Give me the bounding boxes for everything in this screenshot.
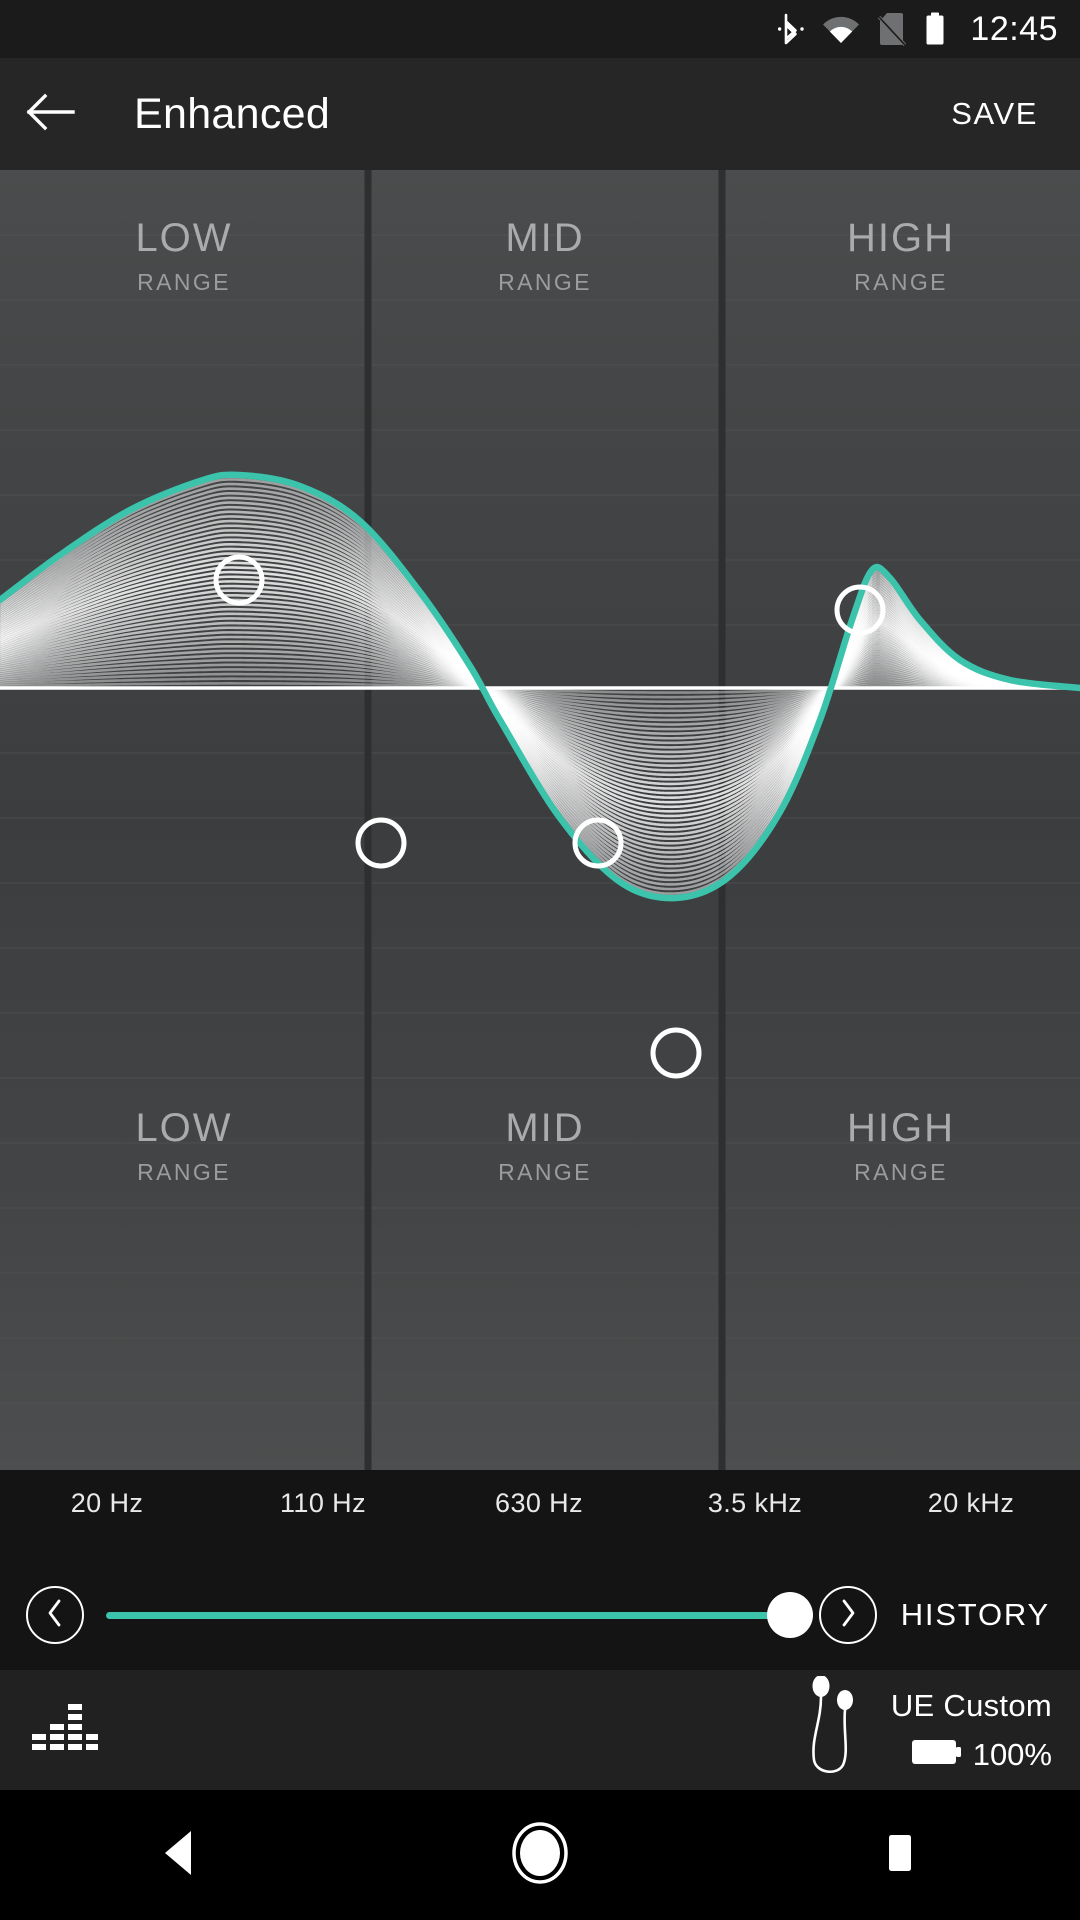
device-battery: 100% bbox=[891, 1737, 1052, 1773]
nav-recents-button[interactable] bbox=[825, 1790, 975, 1920]
save-button[interactable]: SAVE bbox=[945, 86, 1044, 142]
status-bar: 12:45 bbox=[0, 0, 1080, 58]
history-slider-thumb[interactable] bbox=[767, 1592, 813, 1638]
history-row: HISTORY bbox=[0, 1560, 1080, 1670]
history-slider[interactable] bbox=[106, 1586, 813, 1644]
equalizer-icon[interactable] bbox=[30, 1700, 100, 1760]
device-info: UE Custom 100% bbox=[891, 1688, 1052, 1773]
back-button[interactable] bbox=[0, 58, 100, 170]
frequency-axis: 20 Hz 110 Hz 630 Hz 3.5 kHz 20 kHz bbox=[0, 1470, 1080, 1560]
nav-recents-square-icon bbox=[878, 1828, 922, 1883]
history-label: HISTORY bbox=[900, 1597, 1050, 1632]
frequency-tick: 110 Hz bbox=[280, 1488, 366, 1518]
battery-icon bbox=[924, 12, 946, 46]
nav-home-button[interactable] bbox=[465, 1790, 615, 1920]
equalizer-canvas[interactable] bbox=[0, 170, 1080, 1470]
battery-percent: 100% bbox=[972, 1736, 1052, 1772]
device-name: UE Custom bbox=[890, 1687, 1052, 1723]
page-title: Enhanced bbox=[134, 89, 331, 138]
wifi-icon bbox=[822, 14, 860, 44]
battery-full-icon bbox=[911, 1737, 962, 1772]
no-sim-icon bbox=[878, 12, 907, 46]
arrow-left-icon bbox=[25, 92, 75, 137]
earbuds-icon bbox=[801, 1674, 879, 1785]
bluetooth-icon bbox=[778, 12, 805, 46]
status-bar-clock: 12:45 bbox=[970, 9, 1058, 48]
history-slider-track[interactable] bbox=[106, 1611, 813, 1619]
frequency-tick: 20 Hz bbox=[70, 1488, 144, 1518]
app-bar: Enhanced SAVE bbox=[0, 58, 1080, 170]
nav-back-button[interactable] bbox=[105, 1790, 255, 1920]
frequency-tick: 20 kHz bbox=[927, 1488, 1015, 1518]
nav-home-circle-icon bbox=[511, 1821, 569, 1889]
device-bar: UE Custom 100% bbox=[0, 1670, 1080, 1790]
navigation-bar bbox=[0, 1790, 1080, 1920]
chevron-left-icon bbox=[43, 1598, 67, 1633]
app-screen: 12:45 Enhanced SAVE LOW RANGE MID RANGE … bbox=[0, 0, 1080, 1920]
history-next-button[interactable] bbox=[818, 1586, 877, 1644]
frequency-tick: 3.5 kHz bbox=[707, 1488, 803, 1518]
frequency-tick: 630 Hz bbox=[495, 1488, 583, 1518]
chevron-right-icon bbox=[836, 1598, 860, 1633]
nav-back-triangle-icon bbox=[157, 1828, 203, 1883]
equalizer-graph[interactable]: LOW RANGE MID RANGE HIGH RANGE LOW RANGE… bbox=[0, 170, 1080, 1470]
history-prev-button[interactable] bbox=[26, 1586, 84, 1644]
